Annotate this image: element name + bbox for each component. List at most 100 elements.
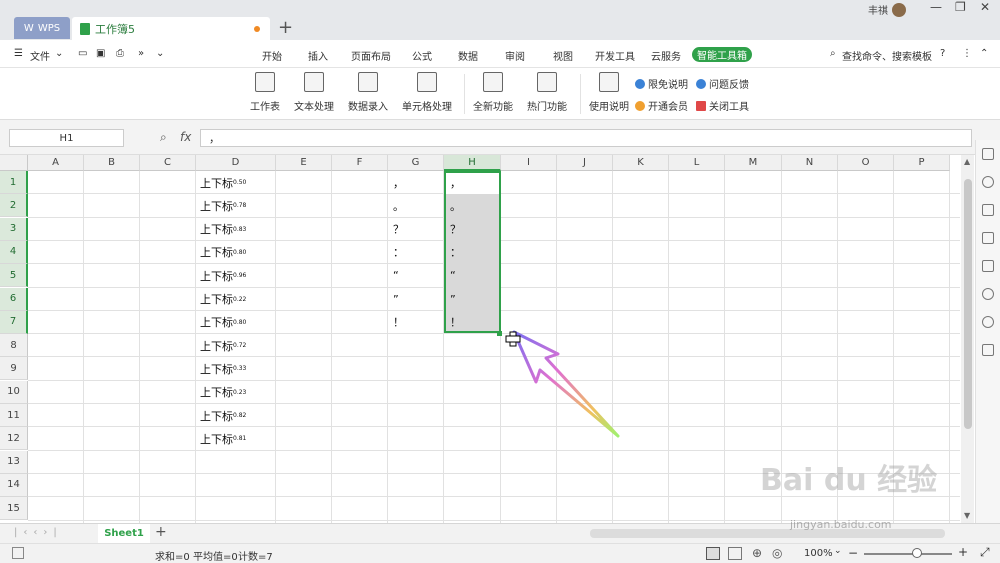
filter-settings-icon[interactable] xyxy=(982,204,994,216)
zoom-level[interactable]: 100% xyxy=(804,548,833,559)
row-header-9[interactable]: 9 xyxy=(0,357,28,381)
free-limit-link[interactable]: 限免说明 xyxy=(635,76,688,91)
column-header-c[interactable]: C xyxy=(140,155,196,171)
cell-d4[interactable]: 上下标 0.80 xyxy=(197,241,246,264)
zoom-slider-knob[interactable] xyxy=(912,548,922,558)
chevron-down-icon[interactable]: ⌄ xyxy=(55,48,63,59)
command-search[interactable]: 查找命令、搜索模板 xyxy=(842,48,932,63)
cell-h1[interactable]: ， xyxy=(447,171,461,194)
row-header-6[interactable]: 6 xyxy=(0,287,28,311)
column-header-b[interactable]: B xyxy=(84,155,140,171)
row-header-10[interactable]: 10 xyxy=(0,380,28,404)
cell-processing-button[interactable]: 单元格处理 xyxy=(402,72,452,113)
cell-g2[interactable]: 。 xyxy=(390,194,404,217)
column-header-j[interactable]: J xyxy=(557,155,613,171)
page-break-view-icon[interactable] xyxy=(728,547,742,560)
close-icon[interactable]: ✕ xyxy=(980,0,990,14)
history-icon[interactable] xyxy=(982,288,994,300)
cell-h2[interactable]: 。 xyxy=(447,194,461,217)
help-icon[interactable]: ? xyxy=(940,48,945,59)
name-box[interactable]: H1 xyxy=(9,129,124,147)
usage-guide-button[interactable]: 使用说明 xyxy=(589,72,629,113)
cell-g7[interactable]: ！ xyxy=(390,311,404,334)
hot-features-button[interactable]: 热门功能 xyxy=(527,72,567,113)
macro-icon[interactable] xyxy=(12,547,24,559)
cell-d6[interactable]: 上下标 0.22 xyxy=(197,288,246,311)
column-header-h[interactable]: H xyxy=(444,155,501,171)
close-tool-link[interactable]: 关闭工具 xyxy=(696,98,749,113)
menu-tab-developer[interactable]: 开发工具 xyxy=(595,48,635,63)
cell-d2[interactable]: 上下标 0.78 xyxy=(197,194,246,217)
row-header-2[interactable]: 2 xyxy=(0,194,28,218)
workbook-tab[interactable]: 工作簿5 xyxy=(72,17,270,40)
cell-g3[interactable]: ？ xyxy=(390,218,404,241)
minimize-icon[interactable]: — xyxy=(930,0,942,14)
help-circle-icon[interactable] xyxy=(982,316,994,328)
column-header-d[interactable]: D xyxy=(196,155,276,171)
new-features-button[interactable]: 全新功能 xyxy=(473,72,513,113)
cell-h3[interactable]: ？ xyxy=(447,218,461,241)
zoom-magnifier-icon[interactable]: ⌕ xyxy=(160,130,167,145)
menu-tab-data[interactable]: 数据 xyxy=(458,48,478,63)
column-header-m[interactable]: M xyxy=(725,155,782,171)
menu-tab-formula[interactable]: 公式 xyxy=(412,48,432,63)
open-icon[interactable]: ▭ xyxy=(78,48,87,59)
apps-grid-icon[interactable] xyxy=(982,344,994,356)
column-header-p[interactable]: P xyxy=(894,155,950,171)
print-icon[interactable]: ⎙ xyxy=(116,48,124,59)
more-icon[interactable]: » xyxy=(138,48,144,59)
column-header-i[interactable]: I xyxy=(501,155,557,171)
wps-home-tab[interactable]: W WPS xyxy=(14,17,70,39)
column-header-l[interactable]: L xyxy=(669,155,725,171)
column-header-e[interactable]: E xyxy=(276,155,332,171)
row-header-15[interactable]: 15 xyxy=(0,497,28,521)
fullscreen-icon[interactable]: ⤢ xyxy=(980,545,990,560)
cell-h7[interactable]: ！ xyxy=(447,311,461,334)
menu-tab-smart-toolbox[interactable]: 智能工具箱 xyxy=(692,47,752,62)
vertical-scroll-thumb[interactable] xyxy=(964,179,972,429)
fx-icon[interactable]: fx xyxy=(180,130,191,144)
row-header-11[interactable]: 11 xyxy=(0,404,28,427)
select-tool-icon[interactable] xyxy=(982,148,994,160)
column-header-k[interactable]: K xyxy=(613,155,669,171)
feedback-link[interactable]: 问题反馈 xyxy=(696,76,749,91)
vertical-scrollbar[interactable]: ▲ ▼ xyxy=(961,155,974,523)
zoom-slider[interactable] xyxy=(864,553,952,555)
menu-file[interactable]: 文件 xyxy=(30,48,50,63)
normal-view-icon[interactable] xyxy=(706,547,720,560)
save-icon[interactable]: ▣ xyxy=(96,48,105,59)
formula-input[interactable]: ， xyxy=(200,129,972,147)
cell-d10[interactable]: 上下标 0.23 xyxy=(197,381,246,404)
cell-d1[interactable]: 上下标 0.50 xyxy=(197,171,246,194)
crop-icon[interactable] xyxy=(982,232,994,244)
column-header-a[interactable]: A xyxy=(28,155,84,171)
row-header-5[interactable]: 5 xyxy=(0,264,28,288)
shapes-icon[interactable] xyxy=(982,176,994,188)
text-processing-button[interactable]: 文本处理 xyxy=(294,72,334,113)
row-header-3[interactable]: 3 xyxy=(0,217,28,241)
row-header-13[interactable]: 13 xyxy=(0,450,28,474)
maximize-icon[interactable]: ❐ xyxy=(955,0,966,14)
column-header-f[interactable]: F xyxy=(332,155,388,171)
user-account[interactable]: 丰祺 xyxy=(868,2,906,17)
menu-hamburger-icon[interactable]: ☰ xyxy=(14,48,23,59)
cell-g6[interactable]: ” xyxy=(390,288,399,311)
row-header-1[interactable]: 1 xyxy=(0,171,28,194)
more-options-icon[interactable]: ⋮ xyxy=(962,48,972,59)
row-header-7[interactable]: 7 xyxy=(0,310,28,334)
collapse-ribbon-icon[interactable]: ⌃ xyxy=(980,48,988,59)
reading-mode-icon[interactable]: ⊕ xyxy=(752,546,762,560)
zoom-dropdown-icon[interactable]: ⌄ xyxy=(834,546,842,556)
vip-link[interactable]: 开通会员 xyxy=(635,98,688,113)
worksheet-button[interactable]: 工作表 xyxy=(250,72,280,113)
cell-h4[interactable]: ： xyxy=(447,241,461,264)
scroll-up-icon[interactable]: ▲ xyxy=(964,157,970,166)
column-header-n[interactable]: N xyxy=(782,155,838,171)
zoom-in-icon[interactable]: + xyxy=(958,545,968,559)
menu-tab-review[interactable]: 审阅 xyxy=(505,48,525,63)
column-header-g[interactable]: G xyxy=(388,155,444,171)
cell-h5[interactable]: “ xyxy=(447,264,456,287)
sheet-tab[interactable]: Sheet1 xyxy=(98,524,150,543)
menu-tab-start[interactable]: 开始 xyxy=(262,48,282,63)
row-header-8[interactable]: 8 xyxy=(0,334,28,358)
